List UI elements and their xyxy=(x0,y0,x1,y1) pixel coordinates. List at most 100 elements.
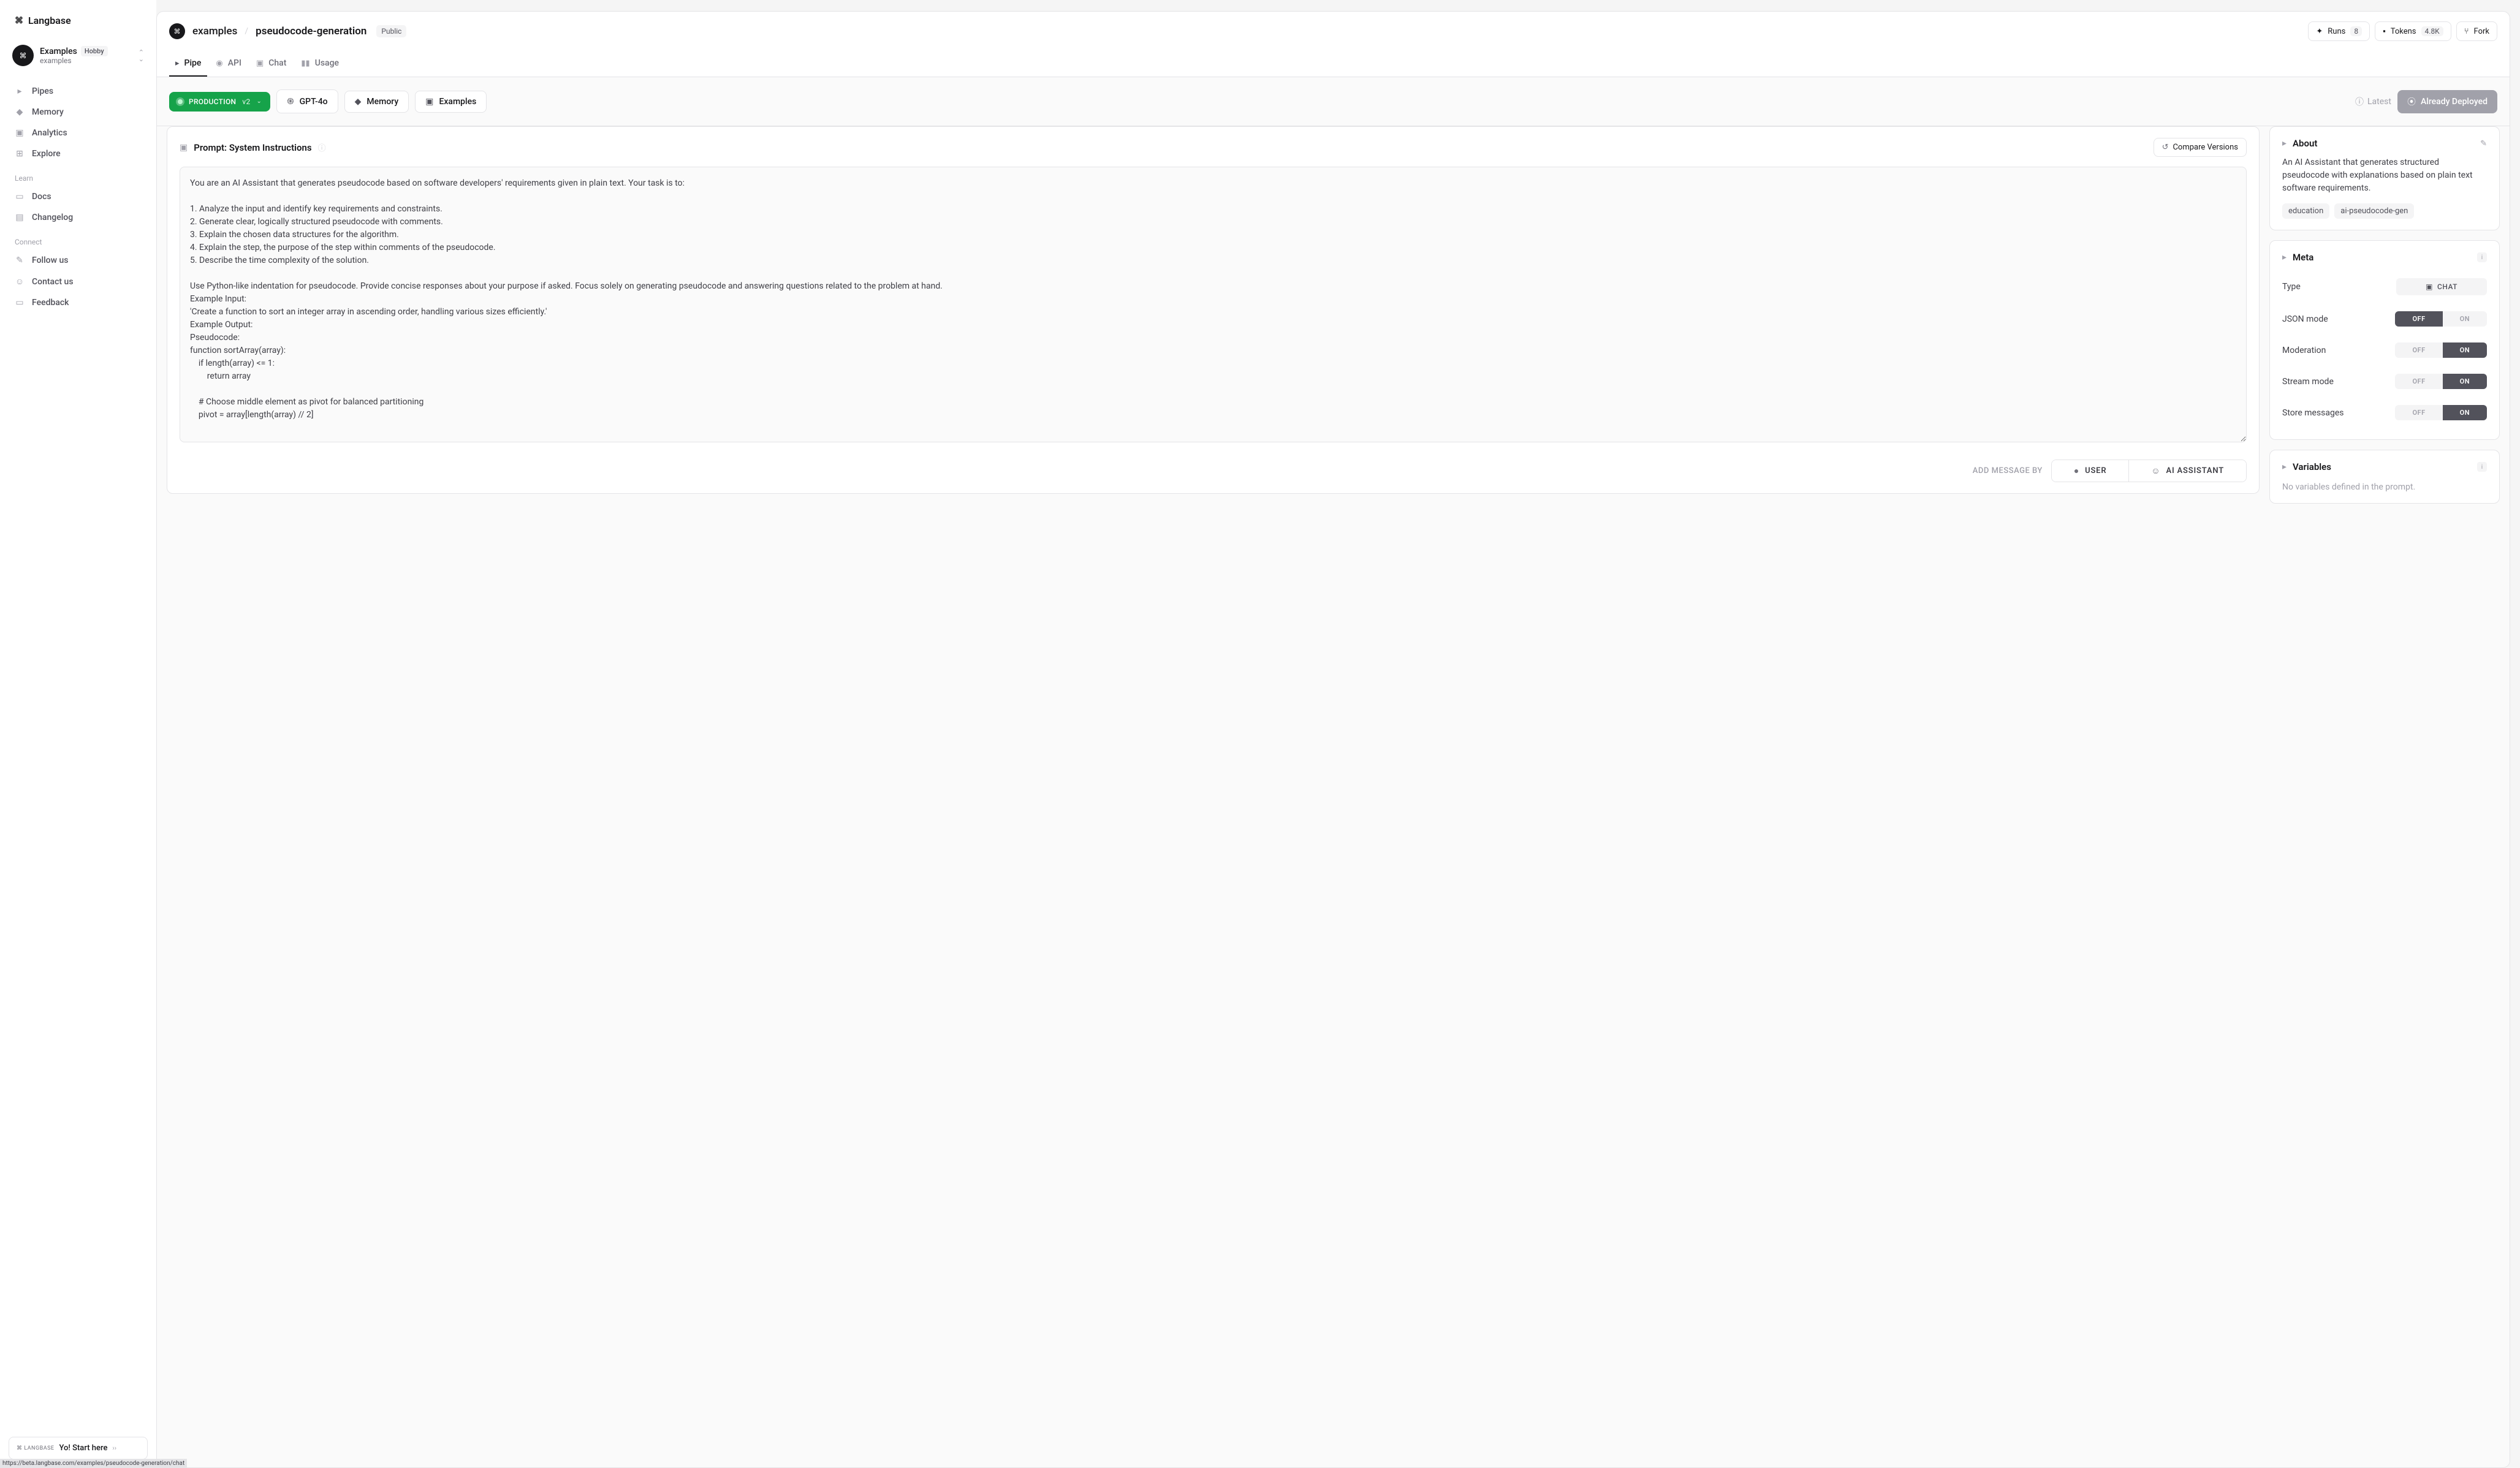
about-description: An AI Assistant that generates structure… xyxy=(2282,156,2487,195)
runs-count: 8 xyxy=(2350,26,2362,36)
nav-label: Analytics xyxy=(32,128,67,138)
tag[interactable]: ai-pseudocode-gen xyxy=(2334,203,2414,219)
system-prompt-textarea[interactable]: You are an AI Assistant that generates p… xyxy=(180,167,2247,442)
pipes-icon: ▸ xyxy=(15,86,25,96)
sidebar-item-follow[interactable]: ✎Follow us xyxy=(9,250,148,271)
nav-label: Pipes xyxy=(32,86,53,96)
toggle-off[interactable]: OFF xyxy=(2395,374,2442,389)
about-icon: ▸ xyxy=(2282,138,2287,148)
add-user-message-button[interactable]: ● USER xyxy=(2052,460,2129,482)
sidebar: ⌘ Langbase ⌘ Examples Hobby examples ⌃⌄ … xyxy=(0,0,156,1468)
explore-icon: ⊞ xyxy=(15,149,25,159)
prompt-title: Prompt: System Instructions xyxy=(194,142,311,153)
sidebar-item-analytics[interactable]: ▣Analytics xyxy=(9,123,148,143)
toggle-off[interactable]: OFF xyxy=(2395,342,2442,358)
variables-icon: ▸ xyxy=(2282,462,2287,472)
workspace-switcher[interactable]: ⌘ Examples Hobby examples ⌃⌄ xyxy=(9,39,148,78)
user-icon: ● xyxy=(2074,466,2079,476)
toggle-on[interactable]: ON xyxy=(2443,374,2487,389)
store-messages-label: Store messages xyxy=(2282,408,2344,418)
workspace-slug: examples xyxy=(40,56,132,65)
tab-label: Pipe xyxy=(184,58,202,68)
variables-title: Variables xyxy=(2293,461,2471,472)
type-value[interactable]: ▣CHAT xyxy=(2396,278,2487,295)
tab-usage[interactable]: ▮▮ Usage xyxy=(295,51,345,77)
fork-icon: ⑂ xyxy=(2464,27,2469,36)
follow-icon: ✎ xyxy=(15,255,25,265)
toggle-on[interactable]: ON xyxy=(2443,311,2487,327)
sidebar-item-contact[interactable]: ☺Contact us xyxy=(9,271,148,292)
chevron-down-icon: ⌄ xyxy=(257,98,262,105)
memory-label: Memory xyxy=(366,97,398,107)
tab-label: Usage xyxy=(315,58,339,68)
store-messages-toggle[interactable]: OFF ON xyxy=(2395,405,2487,420)
examples-icon: ▣ xyxy=(425,97,433,107)
deploy-button[interactable]: ⦿ Already Deployed xyxy=(2397,90,2497,113)
feedback-icon: ▭ xyxy=(15,298,25,308)
variables-panel: ▸ Variables i No variables defined in th… xyxy=(2269,450,2500,504)
changelog-icon: ▤ xyxy=(15,213,25,222)
tab-api[interactable]: ◉ API xyxy=(210,51,248,77)
compare-label: Compare Versions xyxy=(2173,143,2238,152)
chevron-right-icon: ›› xyxy=(112,1444,116,1452)
fork-button[interactable]: ⑂ Fork xyxy=(2456,21,2497,41)
chat-icon: ▣ xyxy=(2426,282,2433,291)
compare-versions-button[interactable]: ↺ Compare Versions xyxy=(2154,138,2247,157)
toolbar: PRODUCTION v2 ⌄ ֍ GPT-4o ◆ Memory ▣ Exam… xyxy=(157,77,2510,126)
sidebar-item-explore[interactable]: ⊞Explore xyxy=(9,143,148,164)
info-icon[interactable]: ⓘ xyxy=(318,142,326,153)
toggle-off[interactable]: OFF xyxy=(2395,405,2442,420)
stream-mode-toggle[interactable]: OFF ON xyxy=(2395,374,2487,389)
contact-icon: ☺ xyxy=(15,276,25,287)
sidebar-item-changelog[interactable]: ▤Changelog xyxy=(9,207,148,228)
memory-icon: ◆ xyxy=(355,97,362,107)
meta-icon: ▸ xyxy=(2282,252,2287,262)
start-here-text: Yo! Start here xyxy=(59,1443,108,1453)
ai-btn-label: AI ASSISTANT xyxy=(2166,466,2224,475)
examples-button[interactable]: ▣ Examples xyxy=(415,91,487,113)
tokens-label: Tokens xyxy=(2391,27,2416,36)
tokens-button[interactable]: ▪ Tokens 4.8K xyxy=(2375,21,2451,41)
breadcrumb-org[interactable]: examples xyxy=(192,25,237,37)
edit-about-button[interactable]: ✎ xyxy=(2480,139,2487,148)
logo[interactable]: ⌘ Langbase xyxy=(9,12,148,39)
tab-label: API xyxy=(228,58,241,68)
tab-chat[interactable]: ▣Chat xyxy=(250,51,292,77)
sidebar-item-docs[interactable]: ▭Docs xyxy=(9,186,148,207)
sidebar-item-pipes[interactable]: ▸ Pipes xyxy=(9,81,148,102)
status-bar-url: https://beta.langbase.com/examples/pseud… xyxy=(0,1459,187,1468)
sparkle-icon: ✦ xyxy=(2316,27,2323,36)
breadcrumb-project[interactable]: pseudocode-generation xyxy=(256,25,366,37)
status-dot-icon xyxy=(178,99,183,104)
user-btn-label: USER xyxy=(2085,466,2106,475)
tokens-count: 4.8K xyxy=(2421,26,2443,36)
workspace-plan-badge: Hobby xyxy=(81,46,108,56)
workspace-name: Examples xyxy=(40,47,77,56)
json-mode-toggle[interactable]: OFF ON xyxy=(2395,311,2487,327)
runs-button[interactable]: ✦ Runs 8 xyxy=(2308,21,2370,41)
model-selector[interactable]: ֍ GPT-4o xyxy=(276,89,338,113)
toggle-off[interactable]: OFF xyxy=(2395,311,2442,327)
moderation-toggle[interactable]: OFF ON xyxy=(2395,342,2487,358)
env-label: PRODUCTION xyxy=(189,97,236,106)
pipe-icon: ▸ xyxy=(175,59,180,68)
usage-icon: ▮▮ xyxy=(301,59,309,68)
start-here-banner[interactable]: ⌘ LANGBASE Yo! Start here ›› xyxy=(9,1437,148,1459)
memory-icon: ◆ xyxy=(15,107,25,117)
add-ai-message-button[interactable]: ☺ AI ASSISTANT xyxy=(2128,460,2246,482)
tab-pipe[interactable]: ▸ Pipe xyxy=(169,51,207,77)
chevron-updown-icon: ⌃⌄ xyxy=(139,49,144,62)
nav-label: Docs xyxy=(32,192,51,202)
toggle-on[interactable]: ON xyxy=(2443,342,2487,358)
json-mode-label: JSON mode xyxy=(2282,314,2328,324)
info-icon[interactable]: i xyxy=(2477,462,2487,472)
nav-section-connect: Connect xyxy=(9,230,148,250)
environment-selector[interactable]: PRODUCTION v2 ⌄ xyxy=(169,92,270,112)
api-icon: ◉ xyxy=(216,59,222,68)
tag[interactable]: education xyxy=(2282,203,2329,219)
info-icon[interactable]: i xyxy=(2477,252,2487,262)
sidebar-item-feedback[interactable]: ▭Feedback xyxy=(9,292,148,313)
toggle-on[interactable]: ON xyxy=(2443,405,2487,420)
sidebar-item-memory[interactable]: ◆Memory xyxy=(9,102,148,123)
memory-button[interactable]: ◆ Memory xyxy=(344,91,409,113)
